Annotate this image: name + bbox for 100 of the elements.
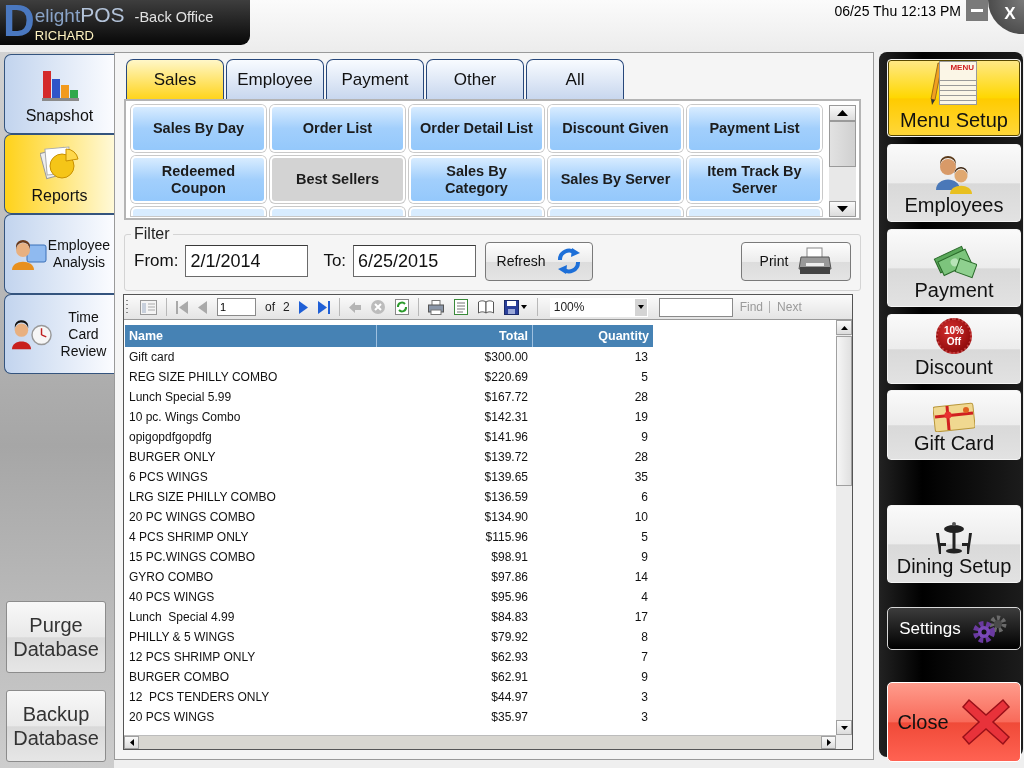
person-chart-icon [11, 238, 47, 270]
report-button[interactable]: Order Detail List [409, 105, 544, 152]
table-cell-text: $35.97 [490, 709, 529, 726]
payment-button[interactable]: Payment [887, 229, 1021, 307]
left-arrow-icon [129, 739, 134, 746]
table-cell-text: Lunch Special 5.99 [128, 389, 233, 406]
scrollbar[interactable] [124, 735, 836, 749]
table-cell-text: 17 [633, 609, 649, 626]
employees-button[interactable]: Employees [887, 144, 1021, 222]
page-field[interactable]: 1 [217, 298, 256, 316]
table-cell-text: $98.91 [490, 549, 529, 566]
table-cell-text: 19 [633, 409, 649, 426]
table-cell-text: $62.91 [490, 669, 529, 686]
to-date-field[interactable]: 6/25/2015 [353, 245, 477, 277]
report-button[interactable]: Sales By Category [409, 156, 544, 203]
database-button[interactable]: Backup Database [6, 690, 106, 762]
report-button[interactable]: Payment List [687, 105, 822, 152]
gift-card-button[interactable]: Gift Card [887, 390, 1021, 460]
tab[interactable]: Other [426, 59, 524, 99]
document-icon[interactable] [453, 299, 468, 315]
refresh-icon[interactable] [394, 299, 409, 315]
close-button[interactable]: Close [887, 682, 1021, 762]
save-icon[interactable] [503, 299, 519, 315]
table-cell-text: 3 [640, 689, 649, 706]
scroll-right-button[interactable] [821, 736, 836, 749]
table-cell-text: $139.72 [483, 449, 529, 466]
table-cell-text: $300.00 [483, 349, 529, 366]
scroll-down-button[interactable] [836, 720, 852, 735]
table-cell-text: 10 [633, 509, 649, 526]
person-clock-icon [11, 318, 53, 350]
scroll-up-button[interactable] [829, 105, 856, 121]
table-cell-text: 3 [640, 709, 649, 726]
table-cell-text: $44.97 [490, 689, 529, 706]
table-cell-text: 14 [633, 569, 649, 586]
database-button[interactable]: Purge Database [6, 601, 106, 673]
report-button[interactable]: Item Track By Server [687, 156, 822, 203]
scrollbar[interactable] [836, 320, 852, 735]
zoom-dropdown[interactable]: 100% [549, 297, 648, 317]
column-header: Quantity [533, 325, 653, 347]
print-button[interactable]: Print [741, 241, 851, 281]
menu-setup-button[interactable]: MENU Menu Setup [887, 59, 1021, 137]
right-arrow-icon [826, 739, 831, 746]
table-cell-text: $136.59 [483, 489, 529, 506]
table-cell-text: $134.90 [483, 509, 529, 526]
menu-card-title: MENU [950, 63, 974, 73]
tab[interactable]: Sales [126, 59, 224, 99]
time-card-review-button[interactable]: Time Card Review [4, 294, 114, 374]
bar-chart-icon [39, 69, 80, 101]
table-cell-text: $79.92 [490, 629, 529, 646]
table-cell-text: 12 PCS SHRIMP ONLY [128, 649, 257, 666]
scroll-thumb[interactable] [829, 121, 856, 167]
report-button[interactable]: Order List [270, 105, 405, 152]
table-cell-text: 35 [633, 469, 649, 486]
table-cell-text: 40 PCS WINGS [128, 589, 216, 606]
report-button[interactable]: Discount Given [548, 105, 683, 152]
dining-table-icon [934, 521, 974, 555]
printer-icon [798, 247, 833, 275]
scrollbar[interactable] [829, 105, 856, 217]
reports-button[interactable]: Reports [4, 134, 114, 214]
caret-icon [634, 298, 647, 316]
report-button[interactable]: Best Sellers [270, 156, 405, 203]
find-field[interactable] [658, 297, 733, 317]
minimize-button[interactable] [966, 0, 988, 21]
scroll-up-button[interactable] [836, 320, 852, 335]
table-cell-text: $62.93 [490, 649, 529, 666]
employee-analysis-button[interactable]: Employee Analysis [4, 214, 114, 294]
scroll-thumb[interactable] [836, 336, 852, 486]
report-button[interactable]: Sales By Day [131, 105, 266, 152]
refresh-button[interactable]: Refresh [485, 241, 594, 281]
last-page-icon[interactable] [317, 300, 330, 314]
from-date-field[interactable]: 2/1/2014 [185, 245, 309, 277]
table-cell-text: 20 PC WINGS COMBO [128, 509, 257, 526]
column-header: Name [125, 325, 377, 347]
document-map-icon[interactable] [140, 299, 157, 315]
table-cell-text: $84.83 [490, 609, 529, 626]
table-cell-text: 4 [640, 589, 649, 606]
table-cell-text: 28 [633, 449, 649, 466]
scrollbar-corner [836, 735, 852, 749]
close-window-button[interactable]: X [988, 0, 1024, 34]
snapshot-button[interactable]: Snapshot [4, 54, 114, 134]
book-icon[interactable] [477, 300, 494, 314]
next-page-icon[interactable] [298, 300, 308, 314]
table-cell-text: PHILLY & 5 WINGS [128, 629, 236, 646]
down-arrow-icon [837, 206, 848, 212]
settings-button[interactable]: Settings [887, 607, 1021, 650]
discount-button[interactable]: 10% Off Discount [887, 314, 1021, 384]
caret-icon[interactable] [520, 305, 527, 309]
scroll-left-button[interactable] [124, 736, 139, 749]
tab[interactable]: Payment [326, 59, 424, 99]
report-button[interactable]: Redeemed Coupon [131, 156, 266, 203]
table-cell-text: 8 [640, 629, 649, 646]
table-cell-text: 6 [640, 489, 649, 506]
from-label: From: [134, 251, 179, 271]
table-cell-text: $220.69 [483, 369, 529, 386]
dining-setup-button[interactable]: Dining Setup [887, 505, 1021, 583]
tab[interactable]: All [526, 59, 624, 99]
scroll-down-button[interactable] [829, 201, 856, 217]
report-button[interactable]: Sales By Server [548, 156, 683, 203]
tab[interactable]: Employee [226, 59, 324, 99]
print-icon[interactable] [427, 299, 444, 315]
